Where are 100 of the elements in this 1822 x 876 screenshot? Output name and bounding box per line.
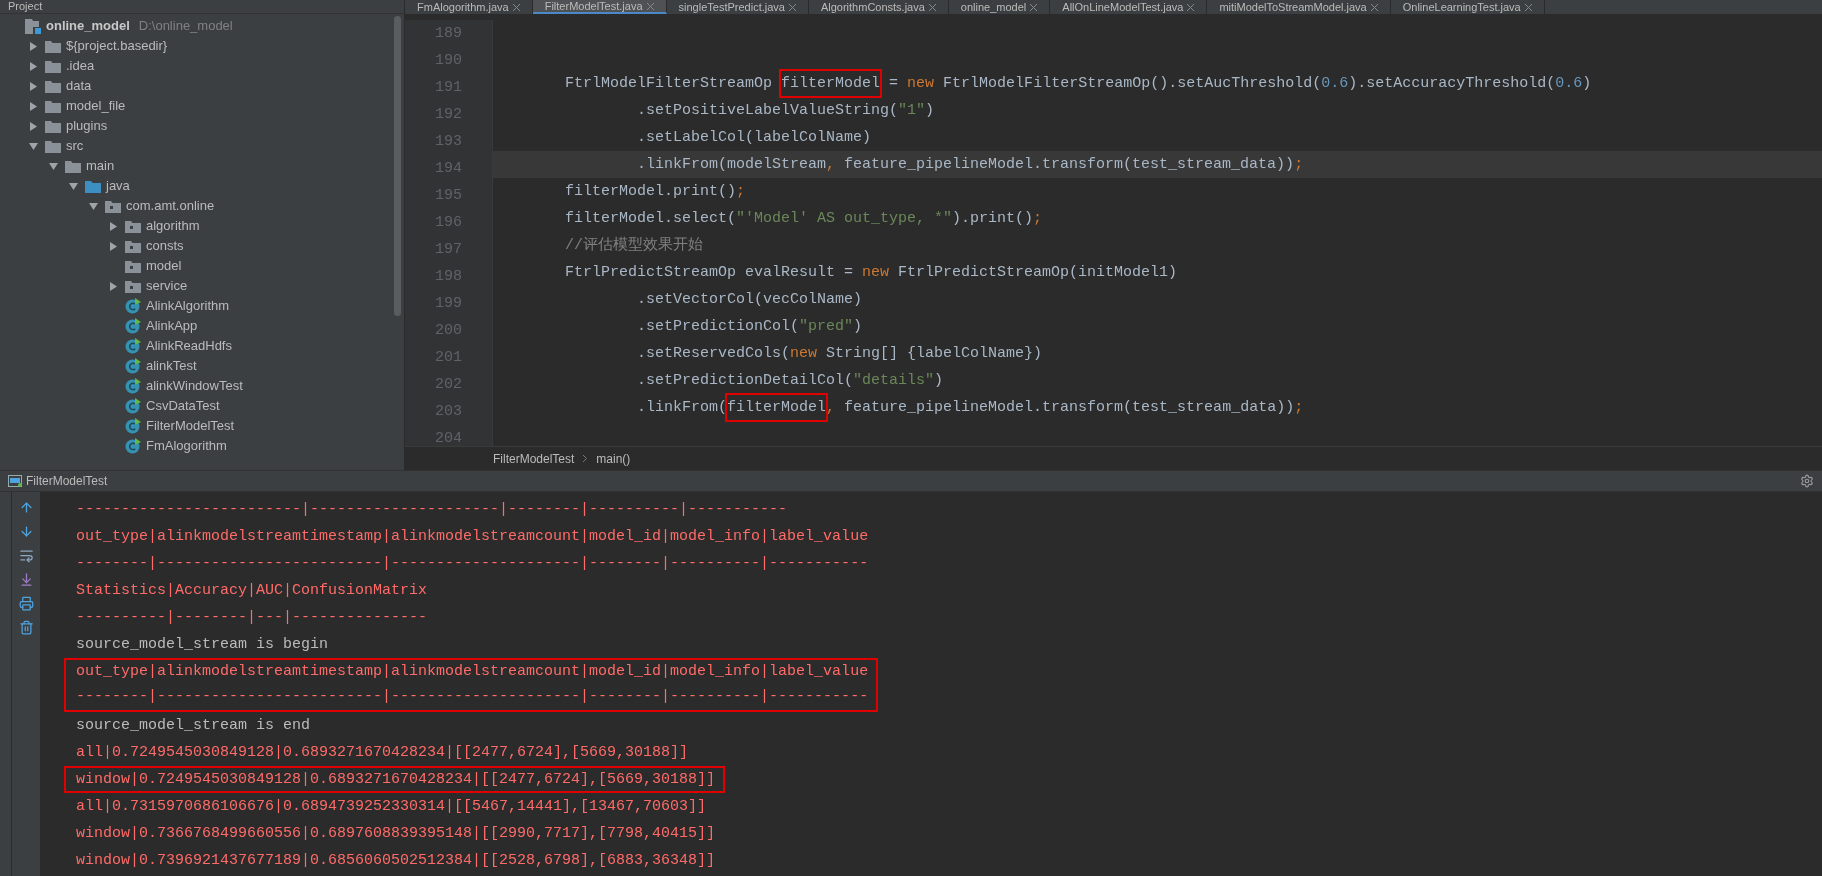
collapsed-arrow-icon[interactable] [28,81,38,91]
breadcrumb-item[interactable]: main() [596,449,631,468]
panel-title: Project [8,1,43,12]
folder-icon [45,39,61,53]
tree-item[interactable]: plugins [66,116,108,136]
tree-item[interactable]: java [106,176,130,196]
tree-item[interactable]: data [66,76,92,96]
tree-item[interactable]: FmAlogorithm [146,436,227,456]
tree-item[interactable]: .idea [66,56,95,76]
console-line: ----------|--------|---|--------------- [75,608,429,628]
collapsed-arrow-icon[interactable] [108,281,118,291]
folder-icon [45,79,61,93]
close-icon[interactable] [1030,3,1038,11]
code-line: .setPredictionDetailCol("details") [637,371,944,391]
expanded-arrow-icon[interactable] [48,161,58,171]
collapsed-arrow-icon[interactable] [28,121,38,131]
class-icon [125,298,141,314]
folder-icon [45,119,61,133]
expanded-arrow-icon[interactable] [88,201,98,211]
breadcrumb-item[interactable]: FilterModelTest [493,449,575,468]
folder-icon [45,139,61,153]
tree-item[interactable]: service [146,276,188,296]
console-icon [8,475,22,487]
close-icon[interactable] [788,3,796,11]
expanded-arrow-icon[interactable] [68,181,78,191]
folder-icon [45,59,61,73]
tree-item[interactable]: CsvDataTest [146,396,220,416]
expanded-arrow-icon[interactable] [28,141,38,151]
class-icon [125,418,141,434]
tree-item[interactable]: main [86,156,115,176]
tree-item[interactable]: FilterModelTest [146,416,235,436]
tree-item[interactable]: online_model [46,16,130,36]
scrollbar[interactable] [394,16,401,316]
tree-item[interactable]: AlinkReadHdfs [146,336,232,356]
console-line: out_type|alinkmodelstreamtimestamp|alinkmodelstreamcount|model_id|model_info|label_value [64,658,879,685]
close-icon[interactable] [512,3,520,11]
tree-item[interactable]: src [66,136,84,156]
tree-item[interactable]: com.amt.online [126,196,215,216]
console-line: Statistics|Accuracy|AUC|ConfusionMatrix [75,581,429,601]
tree-item[interactable]: model [146,256,182,276]
class-icon [125,398,141,414]
folder-icon [85,179,101,193]
code-line: .setLabelCol(labelColName) [637,128,872,148]
tree-item[interactable]: consts [146,236,184,256]
class-icon [125,338,141,354]
folder-icon [65,159,81,173]
tree-item[interactable]: algorithm [146,216,200,236]
code-line: FtrlModelFilterStreamOp filterModel = new FtrlModelFilterStreamOp().setAucThreshold(0.6).setAccuracyThreshold(0.6) [565,70,1592,97]
close-icon[interactable] [1524,3,1532,11]
code-line: .setPredictionCol("pred") [637,317,863,337]
tree-item[interactable]: alinkWindowTest [146,376,243,396]
tree-item[interactable]: ${project.basedir} [66,36,168,56]
collapsed-arrow-icon[interactable] [28,41,38,51]
arrow-down-icon[interactable] [18,524,34,539]
collapsed-arrow-icon[interactable] [108,221,118,231]
code-line: filterModel.print(); [565,182,746,202]
console-line: window|0.7366768499660556|0.6897608839395148|[[2990,7717],[7798,40415]] [75,824,717,844]
class-icon [125,438,141,454]
code-line: .setPositiveLabelValueString("1") [637,101,935,121]
code-line: filterModel.select("'Model' AS out_type, *").print(); [565,209,1043,229]
close-icon[interactable] [1187,3,1195,11]
code-line: //评估模型效果开始 [565,235,703,256]
tree-item[interactable]: AlinkAlgorithm [146,296,230,316]
project-path: D:\online_model [138,17,233,36]
collapsed-arrow-icon[interactable] [108,241,118,251]
tree-item[interactable]: alinkTest [146,356,197,376]
console-line: out_type|alinkmodelstreamtimestamp|alinkmodelstreamcount|model_id|model_info|label_value [75,527,870,547]
class-icon [125,318,141,334]
console-line: source_model_stream is begin [75,635,330,655]
editor-tab[interactable]: FilterModelTest.java [532,0,667,14]
tree-item[interactable]: model_file [66,96,126,116]
console-line: --------|-------------------------|---------------------|--------|----------|----------- [64,685,879,712]
console-line: window|0.7396921437677189|0.6856060502512384|[[2528,6798],[6883,36348]] [75,851,717,871]
close-icon[interactable] [928,3,936,11]
code-line: .linkFrom(filterModel, feature_pipelineModel.transform(test_stream_data)); [637,394,1304,421]
trash-icon[interactable] [18,620,34,635]
close-icon[interactable] [646,2,654,10]
settings-icon[interactable] [1800,474,1814,488]
console-line: all|0.7315970686106676|0.6894739252330314|[[5467,14441],[13467,70603]] [75,797,708,817]
console-line: -------------------------|---------------------|--------|----------|----------- [75,500,789,520]
code-line: .setReservedCols(new String[] {labelColName}) [637,344,1043,364]
code-line: .setVectorCol(vecColName) [637,290,863,310]
class-icon [125,358,141,374]
folder-icon [45,99,61,113]
code-line: FtrlPredictStreamOp evalResult = new FtrlPredictStreamOp(initModel1) [565,263,1178,283]
collapsed-arrow-icon[interactable] [28,101,38,111]
module-icon [25,18,41,34]
chevron-icon [582,454,589,463]
print-icon[interactable] [18,596,34,611]
console-line: --------|-------------------------|---------------------|--------|----------|----------- [75,554,870,574]
close-icon[interactable] [1370,3,1378,11]
soft-wrap-icon[interactable] [18,548,34,563]
package-folder-icon [125,259,141,273]
console-line: source_model_stream is end [75,716,312,736]
code-line: .linkFrom(modelStream, feature_pipelineModel.transform(test_stream_data)); [637,155,1304,175]
run-tab-title[interactable]: FilterModelTest [26,472,108,490]
console-line: all|0.7249545030849128|0.6893271670428234|[[2477,6724],[5669,30188]] [75,743,690,763]
package-folder-icon [125,219,141,233]
collapsed-arrow-icon[interactable] [28,61,38,71]
tree-item[interactable]: AlinkApp [146,316,198,336]
